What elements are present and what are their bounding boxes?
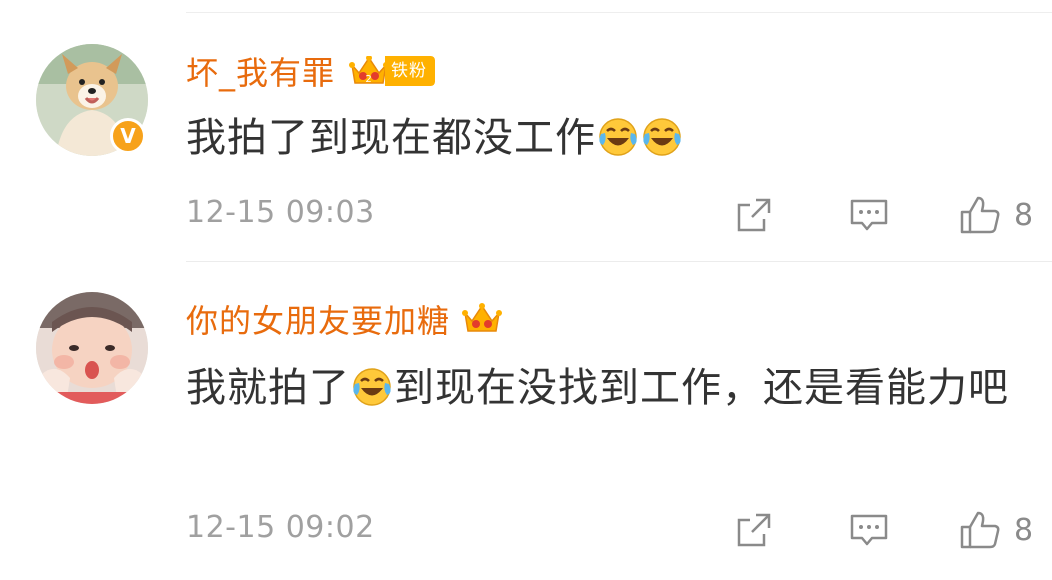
comment-text: 我拍了到现在都没工作: [186, 106, 1032, 170]
laugh-cry-emoji: [353, 368, 391, 406]
reply-button[interactable]: [848, 510, 890, 550]
comment-text-before: 我就拍了: [186, 365, 350, 411]
like-count: 8: [1014, 512, 1034, 548]
top-divider: [186, 12, 1052, 13]
svg-text:2: 2: [365, 74, 372, 85]
fan-badge-label: 铁粉: [385, 56, 436, 86]
username[interactable]: 你的女朋友要加糖: [186, 296, 450, 342]
comment-text-content: 我拍了到现在都没工作: [186, 115, 596, 161]
crown-icon: [462, 303, 503, 332]
comment-item: V 坏_我有罪 2 铁粉 我拍了到现在都没工作 12-15 09:03 8: [0, 30, 1052, 262]
comment-item: 你的女朋友要加糖 我就拍了 到现在没找到工作，还是看能力吧 12-15 09:0…: [0, 262, 1052, 580]
share-icon: [737, 513, 771, 547]
thumbs-up-icon: [960, 511, 1000, 549]
username[interactable]: 坏_我有罪: [186, 48, 335, 94]
timestamp: 12-15 09:02: [186, 510, 375, 545]
laugh-cry-emoji: [599, 118, 637, 156]
verified-v-icon: V: [110, 118, 146, 154]
crown-icon: 2: [349, 56, 390, 85]
comment-text-after: 到现在没找到工作，还是看能力吧: [394, 365, 1009, 411]
reply-icon: [850, 199, 888, 231]
like-button[interactable]: 8: [958, 510, 1033, 550]
baby-avatar-image: [36, 292, 148, 404]
timestamp: 12-15 09:03: [186, 195, 375, 230]
comment-text: 我就拍了 到现在没找到工作，还是看能力吧: [186, 356, 1032, 420]
share-button[interactable]: [734, 510, 774, 550]
thumbs-up-icon: [960, 196, 1000, 234]
like-button[interactable]: 8: [958, 195, 1033, 235]
share-icon: [737, 198, 771, 232]
share-button[interactable]: [734, 195, 774, 235]
like-count: 8: [1014, 197, 1034, 233]
avatar[interactable]: [36, 292, 148, 404]
fan-badge[interactable]: 2 铁粉: [335, 56, 436, 86]
laugh-cry-emoji: [643, 118, 681, 156]
reply-button[interactable]: [848, 195, 890, 235]
reply-icon: [850, 514, 888, 546]
